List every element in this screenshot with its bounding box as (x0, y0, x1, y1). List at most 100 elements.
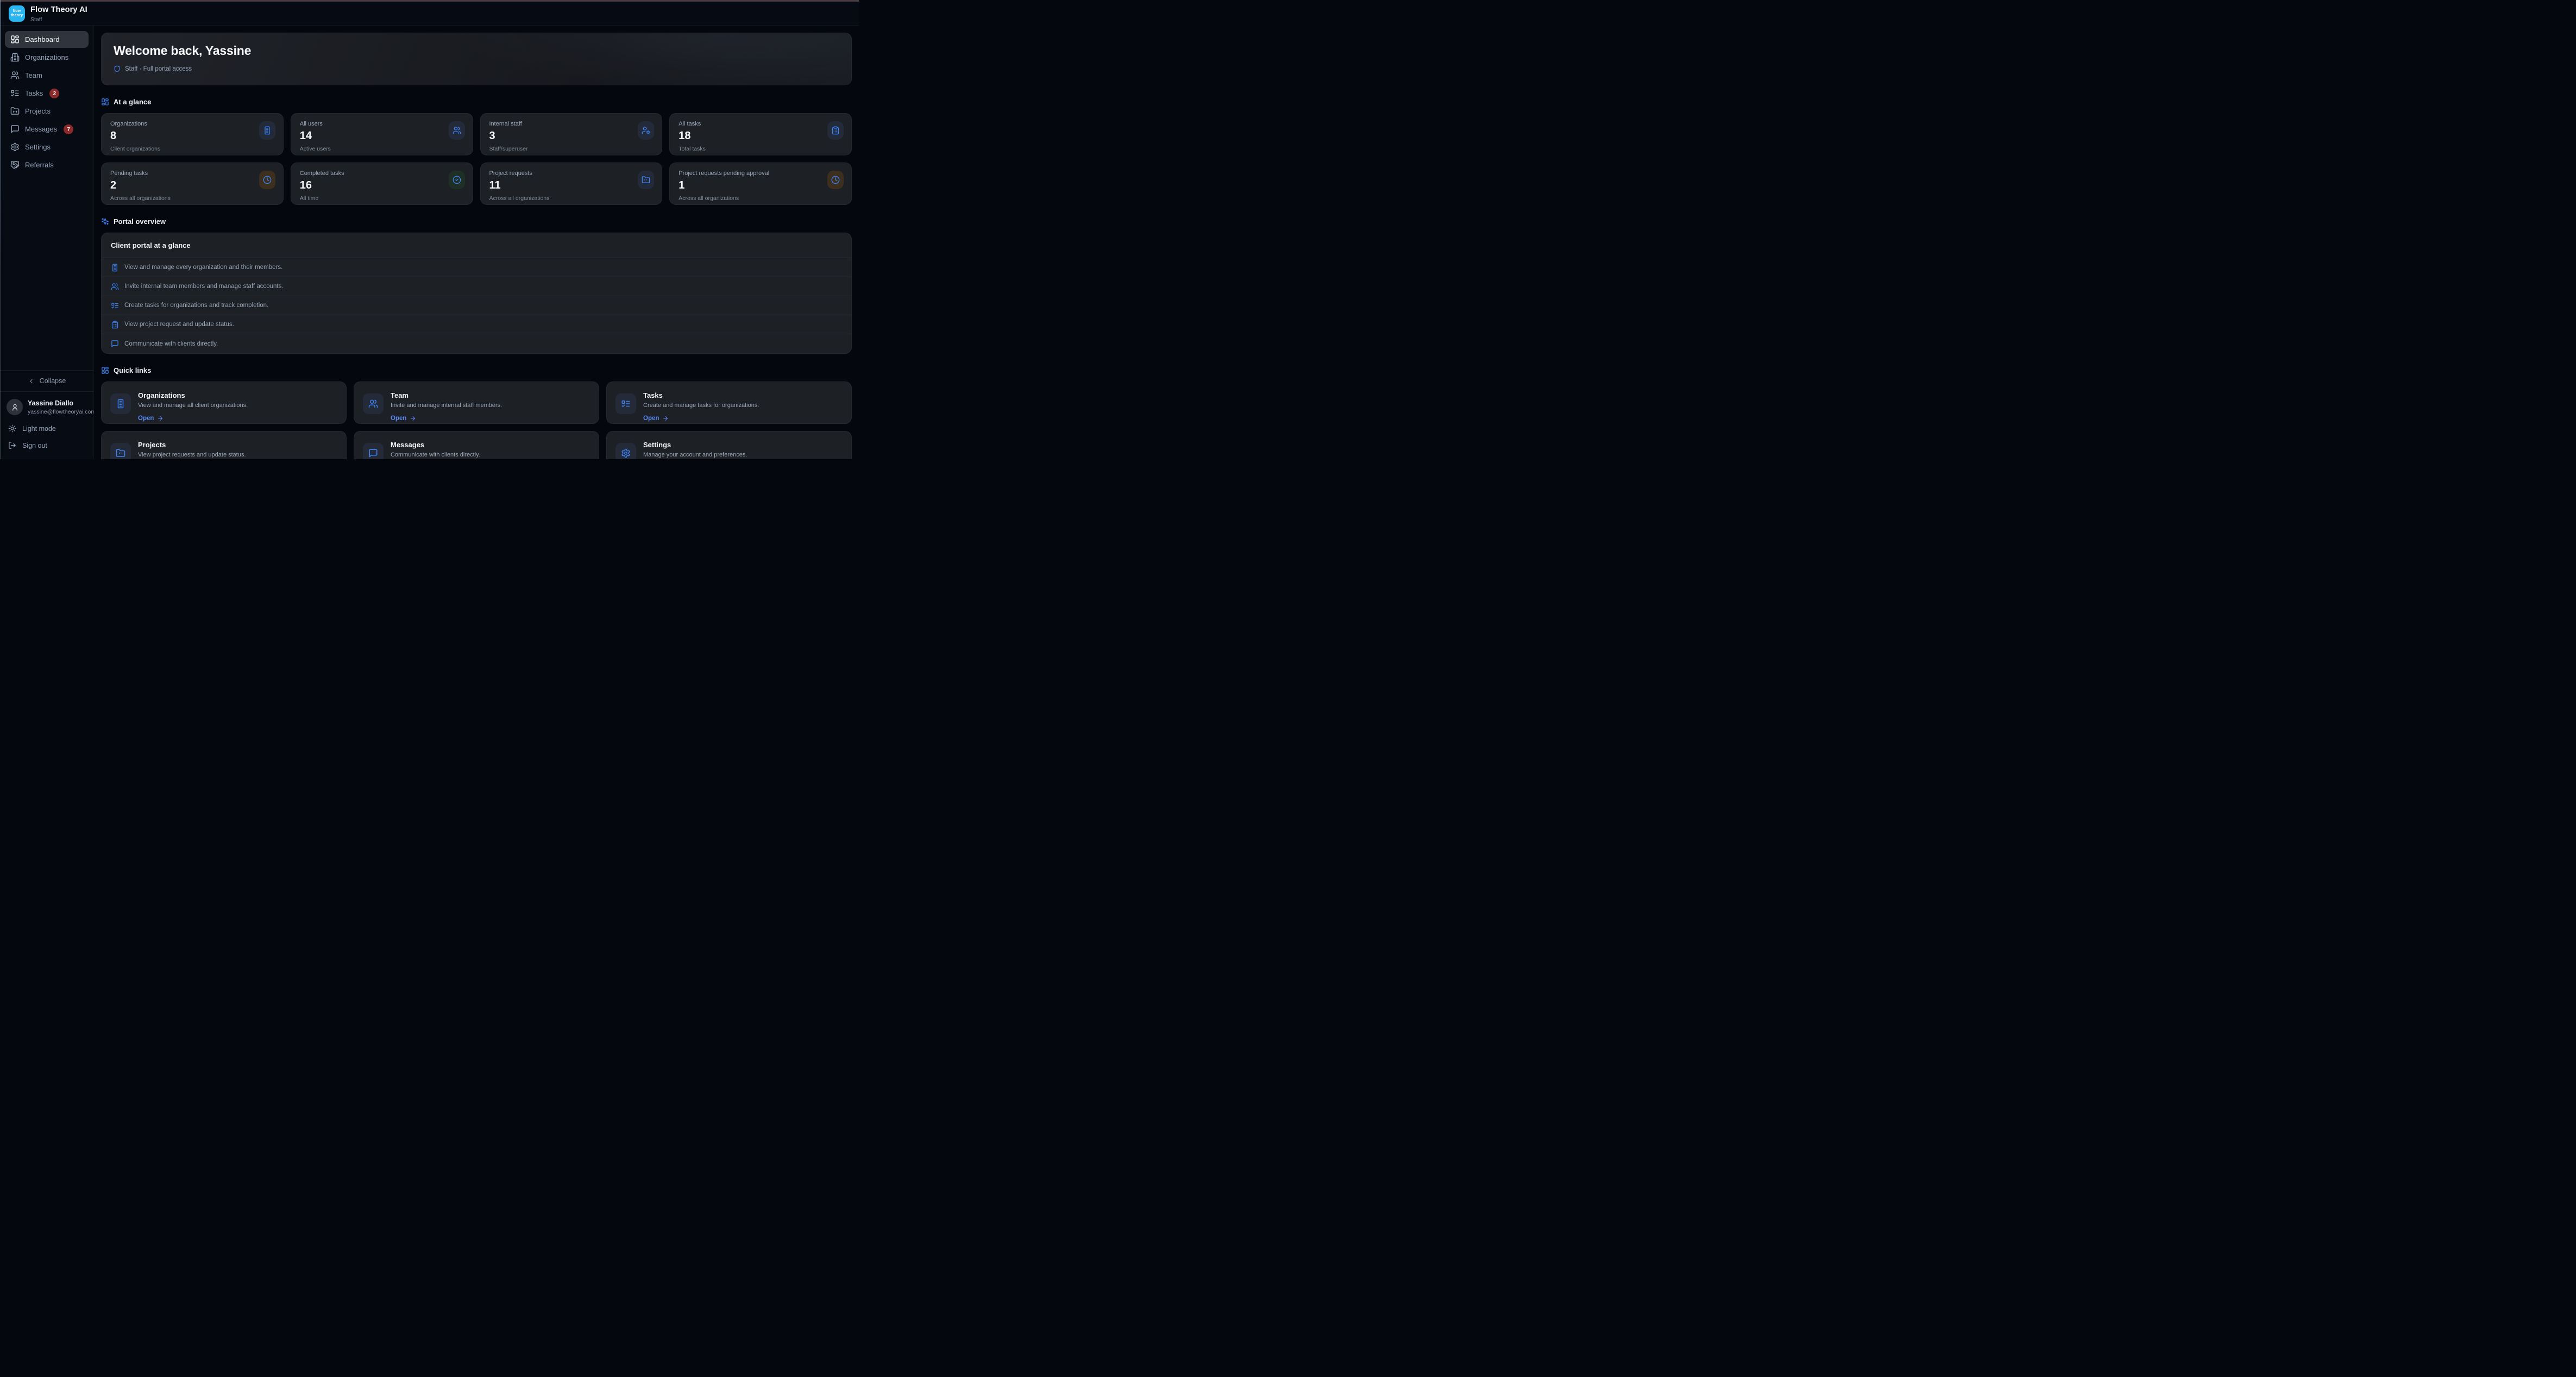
quicklink-card-settings[interactable]: Settings Manage your account and prefere… (606, 431, 852, 459)
stat-card-completed-tasks: Completed tasks 16 All time (291, 162, 473, 205)
sidebar-item-settings[interactable]: Settings (5, 139, 89, 155)
user-cog-icon (638, 121, 654, 140)
app-subtitle: Staff (30, 16, 87, 23)
portal-list-item: Create tasks for organizations and track… (102, 296, 851, 315)
stat-label: Project requests pending approval (678, 170, 843, 177)
stat-sub: All time (300, 195, 464, 202)
stat-card-all-tasks: All tasks 18 Total tasks (669, 113, 852, 155)
stat-sub: Client organizations (110, 146, 274, 152)
stat-value: 11 (489, 179, 654, 192)
light-mode-label: Light mode (22, 425, 56, 433)
sidebar-item-tasks[interactable]: Tasks 2 (5, 85, 89, 102)
main-content[interactable]: Welcome back, Yassine Staff · Full porta… (94, 26, 859, 459)
stat-card-all-users: All users 14 Active users (291, 113, 473, 155)
collapse-sidebar-button[interactable]: Collapse (5, 371, 89, 391)
light-mode-toggle[interactable]: Light mode (5, 420, 89, 437)
sign-out-button[interactable]: Sign out (5, 437, 89, 454)
quicklink-card-organizations[interactable]: Organizations View and manage all client… (101, 381, 347, 424)
quicklink-desc: Communicate with clients directly. (391, 452, 480, 458)
open-link[interactable]: Open (391, 415, 416, 422)
stat-sub: Across all organizations (678, 195, 843, 202)
clipboard-icon (827, 121, 844, 140)
stat-label: Organizations (110, 121, 274, 127)
folder-icon (10, 107, 20, 116)
tasks-count-badge: 2 (49, 89, 59, 98)
building-icon (10, 53, 20, 62)
stat-label: Pending tasks (110, 170, 274, 177)
shield-icon (114, 65, 121, 72)
sidebar-item-label: Settings (25, 143, 51, 151)
stat-sub: Active users (300, 146, 464, 152)
quick-links-row-2: Projects View project requests and updat… (101, 431, 852, 459)
logo-text-line2: theory (11, 14, 23, 18)
portal-item-text: View project request and update status. (124, 321, 234, 328)
sidebar-item-label: Tasks (25, 89, 43, 97)
grid-icon (101, 98, 109, 106)
section-quick-links: Quick links (101, 366, 852, 374)
open-link[interactable]: Open (138, 415, 164, 422)
section-title: At a glance (114, 98, 151, 106)
quicklink-card-tasks[interactable]: Tasks Create and manage tasks for organi… (606, 381, 852, 424)
quicklink-title: Projects (138, 441, 246, 449)
brand-block: Flow Theory AI Staff (30, 5, 87, 23)
building-icon (259, 121, 275, 140)
dashboard-icon (10, 35, 20, 44)
collapse-label: Collapse (40, 377, 66, 385)
folder-icon (110, 443, 131, 459)
sidebar-item-label: Projects (25, 107, 51, 115)
sidebar-item-projects[interactable]: Projects (5, 103, 89, 120)
handshake-icon (10, 160, 20, 170)
users-icon (111, 283, 119, 291)
stat-card-organizations: Organizations 8 Client organizations (101, 113, 284, 155)
list-todo-icon (615, 393, 636, 414)
portal-item-text: Communicate with clients directly. (124, 341, 218, 347)
stats-row-1: Organizations 8 Client organizations All… (101, 113, 852, 155)
users-icon (10, 71, 20, 80)
users-icon (449, 121, 465, 140)
stat-sub: Staff/superuser (489, 146, 654, 152)
message-icon (111, 340, 119, 348)
quicklink-desc: Manage your account and preferences. (643, 452, 747, 458)
quicklink-card-team[interactable]: Team Invite and manage internal staff me… (354, 381, 599, 424)
building-icon (110, 393, 131, 414)
sign-out-label: Sign out (22, 442, 47, 449)
sidebar-item-dashboard[interactable]: Dashboard (5, 31, 89, 48)
stat-card-pending-tasks: Pending tasks 2 Across all organizations (101, 162, 284, 205)
open-link[interactable]: Open (643, 415, 669, 422)
sidebar-item-referrals[interactable]: Referrals (5, 157, 89, 173)
user-email: yassine@flowtheoryai.com (28, 409, 96, 415)
arrow-right-icon (157, 415, 164, 422)
clock-icon (259, 171, 275, 189)
sun-icon (8, 424, 16, 433)
quicklink-desc: View and manage all client organizations… (138, 402, 248, 409)
user-name: Yassine Diallo (28, 399, 96, 407)
sidebar: Dashboard Organizations Team Tasks 2 (0, 26, 94, 459)
sparkles-icon (101, 217, 109, 226)
message-icon (363, 443, 384, 459)
sidebar-item-messages[interactable]: Messages 7 (5, 121, 89, 137)
logo-text-line1: flow (13, 9, 21, 14)
section-title: Portal overview (114, 217, 166, 226)
portal-list-item: Invite internal team members and manage … (102, 277, 851, 296)
quicklink-card-messages[interactable]: Messages Communicate with clients direct… (354, 431, 599, 459)
open-label: Open (643, 415, 659, 422)
stat-sub: Across all organizations (489, 195, 654, 202)
sidebar-item-team[interactable]: Team (5, 67, 89, 84)
quicklink-desc: Create and manage tasks for organization… (643, 402, 759, 409)
quicklink-card-projects[interactable]: Projects View project requests and updat… (101, 431, 347, 459)
stat-label: All tasks (678, 121, 843, 127)
quicklink-desc: Invite and manage internal staff members… (391, 402, 502, 409)
stat-value: 1 (678, 179, 843, 192)
sidebar-item-label: Referrals (25, 161, 54, 169)
stat-sub: Across all organizations (110, 195, 274, 202)
stat-value: 2 (110, 179, 274, 192)
stat-value: 3 (489, 130, 654, 142)
stat-value: 16 (300, 179, 464, 192)
stat-sub: Total tasks (678, 146, 843, 152)
portal-item-text: View and manage every organization and t… (124, 264, 282, 271)
sidebar-item-organizations[interactable]: Organizations (5, 49, 89, 66)
user-profile[interactable]: Yassine Diallo yassine@flowtheoryai.com (5, 392, 89, 420)
portal-item-text: Create tasks for organizations and track… (124, 302, 268, 309)
portal-list-item: View and manage every organization and t… (102, 258, 851, 277)
logout-icon (8, 441, 16, 449)
